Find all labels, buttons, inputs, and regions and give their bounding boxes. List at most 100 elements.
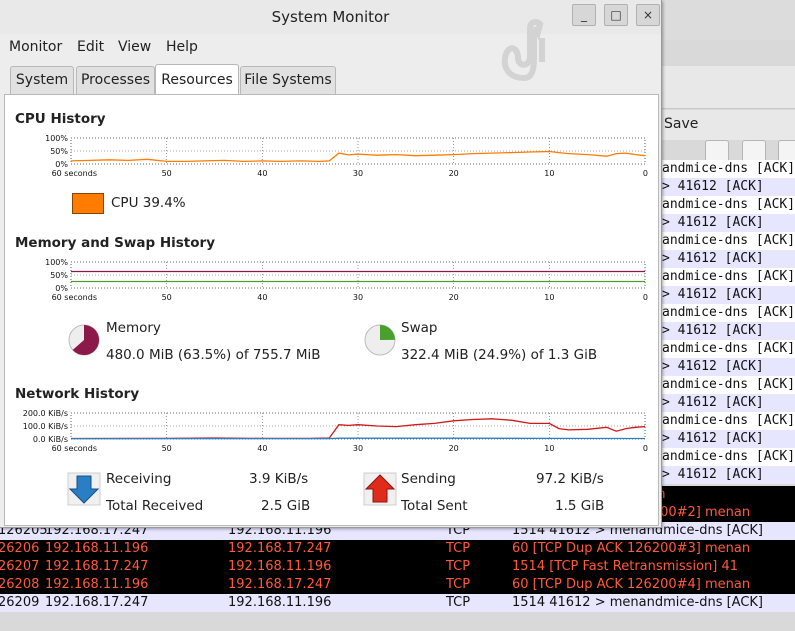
packet-no: 26208 xyxy=(0,577,40,592)
x-tick-label: 30 xyxy=(353,169,363,178)
packet-list-row[interactable]: andmice-dns [ACK] xyxy=(660,196,795,214)
packet-list-row[interactable]: andmice-dns [ACK] xyxy=(660,232,795,250)
swap-pie-icon[interactable] xyxy=(363,323,397,357)
packet-list-row[interactable]: > 41612 [ACK] xyxy=(660,322,795,340)
packet-no: 26207 xyxy=(0,559,40,574)
packet-src: 192.168.17.247 xyxy=(45,595,149,610)
total-sent-label: Total Sent xyxy=(401,498,468,514)
packet-info: 1514 41612 > menandmice-dns [ACK] xyxy=(512,595,764,610)
packet-src: 192.168.11.196 xyxy=(45,541,149,556)
packet-list-row[interactable]: > 41612 [ACK] xyxy=(660,214,795,232)
total-sent-value: 1.5 GiB xyxy=(555,498,605,514)
sending-label: Sending xyxy=(401,471,456,487)
x-tick-label: 20 xyxy=(449,444,459,453)
y-tick-label: 100.0 KiB/s xyxy=(23,422,68,431)
packet-proto: TCP xyxy=(446,541,471,556)
menu-help[interactable]: Help xyxy=(166,39,198,55)
save-button[interactable]: Save xyxy=(662,110,795,140)
menu-view[interactable]: View xyxy=(118,39,151,55)
y-tick-label: 0% xyxy=(55,284,68,293)
window-title: System Monitor xyxy=(271,8,390,26)
packet-list-row[interactable]: > 41612 [ACK] xyxy=(660,178,795,196)
tab-file-systems[interactable]: File Systems xyxy=(240,66,336,94)
background-toolbar xyxy=(660,66,795,162)
system-monitor-window: System Monitor _ □ × Monitor Edit View H… xyxy=(0,0,662,528)
packet-dst: 192.168.17.247 xyxy=(228,577,332,592)
y-tick-label: 100% xyxy=(45,134,68,143)
network-history-graph: 200.0 KiB/s 100.0 KiB/s 0.0 KiB/s60 second… xyxy=(23,409,648,453)
swap-value: 322.4 MiB (24.9%) of 1.3 GiB xyxy=(401,347,598,363)
packet-list-row[interactable]: > 41612 [ACK] xyxy=(660,286,795,304)
x-tick-label: 40 xyxy=(257,444,267,453)
y-tick-label: 0% xyxy=(55,160,68,169)
x-tick-label: 20 xyxy=(449,169,459,178)
memory-pie-icon[interactable] xyxy=(67,323,101,357)
y-tick-label: 200.0 KiB/s xyxy=(23,409,68,418)
x-tick-label: 50 xyxy=(162,444,172,453)
packet-row[interactable]: 26208 192.168.11.196 192.168.17.247 TCP 60 [… xyxy=(0,576,795,594)
packet-info: 1514 [TCP Fast Retransmission] 41 xyxy=(512,559,739,574)
packet-list-row[interactable]: andmice-dns [ACK] xyxy=(660,340,795,358)
total-received-label: Total Received xyxy=(106,498,204,514)
close-button[interactable]: × xyxy=(636,4,660,26)
zoom-out-button[interactable] xyxy=(742,140,766,162)
packet-list-row[interactable]: andmice-dns [ACK] xyxy=(660,412,795,430)
x-tick-label: 10 xyxy=(544,293,554,302)
memory-swap-history-title: Memory and Swap History xyxy=(15,235,215,251)
cpu-color-swatch[interactable] xyxy=(72,193,104,214)
packet-list-row[interactable]: > 41612 [ACK] xyxy=(660,430,795,448)
receiving-arrow-icon[interactable] xyxy=(67,472,101,506)
packet-proto: TCP xyxy=(446,595,471,610)
packet-row[interactable]: 26207 192.168.17.247 192.168.11.196 TCP 1514… xyxy=(0,558,795,576)
packet-no: 26209 xyxy=(0,595,40,610)
x-tick-label: 0 xyxy=(643,444,648,453)
packet-dst: 192.168.11.196 xyxy=(228,559,332,574)
titlebar[interactable]: System Monitor _ □ × xyxy=(0,0,661,34)
packet-list-row[interactable]: andmice-dns [ACK] xyxy=(660,268,795,286)
packet-info: 60 [TCP Dup ACK 126200#3] menan xyxy=(512,541,751,556)
cpu-history-graph: 100% 50% 0%60 seconds 50 40 30 20 10 0 xyxy=(45,134,648,178)
x-tick-label: 20 xyxy=(449,293,459,302)
packet-src: 192.168.17.247 xyxy=(45,559,149,574)
packet-proto: TCP xyxy=(446,559,471,574)
packet-list-row[interactable]: > 41612 [ACK] xyxy=(660,250,795,268)
x-tick-label: 0 xyxy=(643,293,648,302)
menu-monitor[interactable]: Monitor xyxy=(9,39,62,55)
y-tick-label: 50% xyxy=(50,147,68,156)
x-tick-label: 50 xyxy=(162,293,172,302)
x-tick-label: 30 xyxy=(353,293,363,302)
packet-dst: 192.168.11.196 xyxy=(228,595,332,610)
packet-row[interactable]: 26209 192.168.17.247 192.168.11.196 TCP 1514… xyxy=(0,594,795,612)
packet-list-row[interactable]: > 41612 [ACK] xyxy=(660,358,795,376)
menu-edit[interactable]: Edit xyxy=(77,39,104,55)
packet-row[interactable]: 26206 192.168.11.196 192.168.17.247 TCP 60 [… xyxy=(0,540,795,558)
packet-list-row[interactable]: andmice-dns [ACK] xyxy=(660,376,795,394)
tab-system[interactable]: System xyxy=(10,66,74,94)
sending-value: 97.2 KiB/s xyxy=(536,471,604,487)
sending-arrow-icon[interactable] xyxy=(363,472,397,506)
y-tick-label: 50% xyxy=(50,271,68,280)
packet-list-row[interactable]: > 41612 [ACK] xyxy=(660,466,795,484)
packet-list-row[interactable]: andmice-dns [ACK] xyxy=(660,160,795,178)
packet-no: 26206 xyxy=(0,541,40,556)
memory-swap-history-graph: 100% 50% 0%60 seconds 50 40 30 20 10 0 xyxy=(45,258,648,302)
background-titlebar xyxy=(660,0,795,40)
x-tick-label: 30 xyxy=(353,444,363,453)
zoom-reset-button[interactable] xyxy=(778,140,795,162)
x-tick-label: 40 xyxy=(257,169,267,178)
network-history-title: Network History xyxy=(15,386,140,402)
minimize-button[interactable]: _ xyxy=(572,4,596,26)
x-tick-label: 60 seconds xyxy=(52,169,97,178)
packet-list-row[interactable]: andmice-dns [ACK] xyxy=(660,304,795,322)
y-tick-label: 100% xyxy=(45,258,68,267)
tab-resources[interactable]: Resources xyxy=(155,64,239,96)
packet-list-row[interactable]: andmice-dns [ACK] xyxy=(660,448,795,466)
packet-list-row[interactable]: > 41612 [ACK] xyxy=(660,394,795,412)
x-tick-label: 50 xyxy=(162,169,172,178)
tab-processes[interactable]: Processes xyxy=(76,66,155,94)
zoom-in-button[interactable] xyxy=(705,140,729,162)
cpu-history-title: CPU History xyxy=(15,111,106,127)
maximize-button[interactable]: □ xyxy=(604,4,628,26)
receiving-value: 3.9 KiB/s xyxy=(249,471,309,487)
packet-list[interactable]: andmice-dns [ACK] > 41612 [ACK] andmice-dn… xyxy=(660,160,795,490)
